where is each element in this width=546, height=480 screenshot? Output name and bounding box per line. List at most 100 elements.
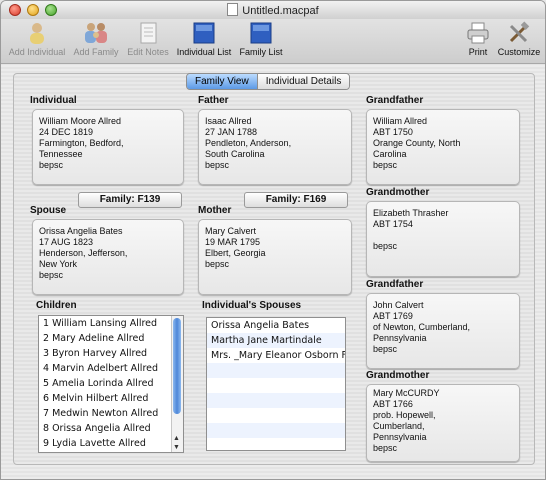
mother-name: Mary Calvert — [205, 226, 257, 236]
individual-ordinances: bepsc — [39, 160, 64, 170]
maternal-grandfather-ordinances: bepsc — [373, 344, 398, 354]
add-individual-button[interactable]: Add Individual — [5, 21, 69, 57]
children-list[interactable]: 1 William Lansing Allred 2 Mary Adeline … — [38, 315, 184, 453]
add-individual-label: Add Individual — [8, 47, 66, 57]
paternal-grandmother-birth-place — [373, 230, 513, 241]
customize-tools-icon — [506, 21, 532, 45]
paternal-grandmother-card[interactable]: Elizabeth Thrasher ABT 1754 bepsc — [366, 201, 520, 277]
maternal-grandmother-name: Mary McCURDY — [373, 388, 440, 398]
maternal-grandmother-birth-place: prob. Hopewell, — [373, 410, 436, 420]
document-icon — [227, 3, 239, 16]
maternal-grandmother-ordinances: bepsc — [373, 443, 398, 453]
spouses-list[interactable]: Orissa Angelia Bates Martha Jane Martind… — [206, 317, 346, 451]
paternal-grandfather-heading: Grandfather — [366, 95, 424, 106]
empty-list-row — [207, 408, 345, 423]
empty-list-row — [207, 423, 345, 438]
individual-heading: Individual — [30, 95, 77, 106]
individual-card[interactable]: William Moore Allred 24 DEC 1819 Farming… — [32, 109, 184, 185]
maternal-grandmother-birth-place-county: Cumberland, — [373, 421, 425, 431]
maternal-grandfather-name: John Calvert — [373, 300, 424, 310]
paternal-grandmother-ordinances: bepsc — [373, 241, 398, 251]
spouse-birth-place: Henderson, Jefferson, — [39, 248, 128, 258]
empty-list-row — [207, 363, 345, 378]
family-view-panel: Family View Individual Details Individua… — [13, 73, 535, 465]
mother-ordinances: bepsc — [205, 259, 230, 269]
child-row[interactable]: 3 Byron Harvey Allred — [39, 346, 183, 361]
paternal-grandfather-name: William Allred — [373, 116, 428, 126]
spouse-row[interactable]: Orissa Angelia Bates — [207, 318, 345, 333]
scroll-down-arrow-icon[interactable]: ▼ — [173, 444, 180, 451]
paternal-grandmother-name: Elizabeth Thrasher — [373, 208, 449, 218]
individual-birth-place-state: Tennessee — [39, 149, 83, 159]
window-title-wrap: Untitled.macpaf — [1, 3, 545, 17]
paternal-grandfather-ordinances: bepsc — [373, 160, 398, 170]
tab-individual-details[interactable]: Individual Details — [257, 74, 350, 89]
notes-icon — [135, 21, 161, 45]
maternal-grandmother-card[interactable]: Mary McCURDY ABT 1766 prob. Hopewell, Cu… — [366, 384, 520, 462]
empty-list-row — [207, 378, 345, 393]
child-row[interactable]: 4 Marvin Adelbert Allred — [39, 361, 183, 376]
maternal-grandfather-birth-place: of Newton, Cumberland, — [373, 322, 471, 332]
maternal-grandmother-birth-place-state: Pennsylvania — [373, 432, 427, 442]
individual-birth-place: Farmington, Bedford, — [39, 138, 124, 148]
individual-name: William Moore Allred — [39, 116, 122, 126]
individual-list-icon — [191, 21, 217, 45]
child-row[interactable]: 9 Lydia Lavette Allred — [39, 436, 183, 451]
edit-notes-label: Edit Notes — [127, 47, 169, 57]
view-tabs: Family View Individual Details — [186, 73, 351, 90]
father-ordinances: bepsc — [205, 160, 230, 170]
tab-family-view[interactable]: Family View — [187, 74, 258, 89]
family-f169-button[interactable]: Family: F169 — [244, 192, 348, 208]
empty-list-row — [207, 438, 345, 450]
spouses-heading: Individual's Spouses — [202, 300, 302, 311]
spouse-heading: Spouse — [30, 205, 67, 216]
spouse-ordinances: bepsc — [39, 270, 64, 280]
mother-heading: Mother — [198, 205, 232, 216]
mother-birth-date: 19 MAR 1795 — [205, 237, 261, 247]
family-list-icon — [248, 21, 274, 45]
print-button[interactable]: Print — [463, 21, 493, 57]
individual-list-button[interactable]: Individual List — [173, 21, 235, 57]
spouse-birth-date: 17 AUG 1823 — [39, 237, 94, 247]
family-list-label: Family List — [239, 47, 283, 57]
mother-card[interactable]: Mary Calvert 19 MAR 1795 Elbert, Georgia… — [198, 219, 352, 295]
father-heading: Father — [198, 95, 229, 106]
children-scroll-thumb[interactable] — [173, 318, 181, 414]
family-f139-button[interactable]: Family: F139 — [78, 192, 182, 208]
paternal-grandmother-birth-date: ABT 1754 — [373, 219, 413, 229]
mother-birth-place: Elbert, Georgia — [205, 248, 266, 258]
individual-list-label: Individual List — [176, 47, 232, 57]
child-row[interactable]: 2 Mary Adeline Allred — [39, 331, 183, 346]
title-bar: Untitled.macpaf — [1, 1, 545, 20]
family-list-button[interactable]: Family List — [235, 21, 287, 57]
father-card[interactable]: Isaac Allred 27 JAN 1788 Pendleton, Ande… — [198, 109, 352, 185]
spouse-name: Orissa Angelia Bates — [39, 226, 123, 236]
child-row[interactable]: 5 Amelia Lorinda Allred — [39, 376, 183, 391]
edit-notes-button[interactable]: Edit Notes — [123, 21, 173, 57]
child-row[interactable]: 7 Medwin Newton Allred — [39, 406, 183, 421]
customize-button[interactable]: Customize — [495, 21, 543, 57]
father-birth-place-state: South Carolina — [205, 149, 265, 159]
maternal-grandfather-card[interactable]: John Calvert ABT 1769 of Newton, Cumberl… — [366, 293, 520, 369]
child-row[interactable]: 1 William Lansing Allred — [39, 316, 183, 331]
add-family-button[interactable]: Add Family — [69, 21, 123, 57]
child-row[interactable]: 8 Orissa Angelia Allred — [39, 421, 183, 436]
maternal-grandfather-birth-place-state: Pennsylvania — [373, 333, 427, 343]
maternal-grandfather-heading: Grandfather — [366, 279, 424, 290]
maternal-grandfather-birth-date: ABT 1769 — [373, 311, 413, 321]
children-scrollbar[interactable]: ▲ ▼ — [171, 316, 183, 452]
paternal-grandfather-card[interactable]: William Allred ABT 1750 Orange County, N… — [366, 109, 520, 185]
children-heading: Children — [36, 300, 77, 311]
window-title: Untitled.macpaf — [242, 5, 319, 17]
spouse-row[interactable]: Martha Jane Martindale — [207, 333, 345, 348]
spouse-row[interactable]: Mrs. _Mary Eleanor Osborn F — [207, 348, 345, 363]
child-row[interactable]: 6 Melvin Hilbert Allred — [39, 391, 183, 406]
add-family-label: Add Family — [73, 47, 119, 57]
paternal-grandfather-birth-place-state: Carolina — [373, 149, 407, 159]
spouse-card[interactable]: Orissa Angelia Bates 17 AUG 1823 Henders… — [32, 219, 184, 295]
toolbar: Add Individual Add Family Edit Notes Ind… — [1, 19, 545, 64]
empty-list-row — [207, 393, 345, 408]
scroll-up-arrow-icon[interactable]: ▲ — [173, 435, 180, 442]
maternal-grandmother-heading: Grandmother — [366, 370, 430, 381]
spouse-birth-place-state: New York — [39, 259, 78, 269]
